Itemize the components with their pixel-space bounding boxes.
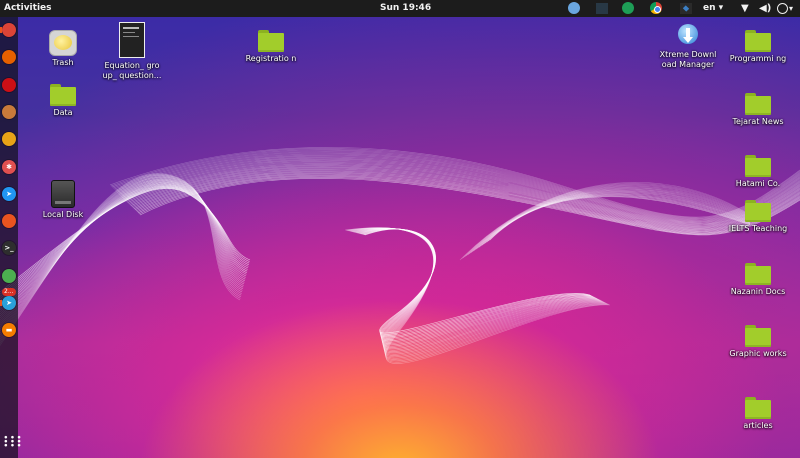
chrome-icon-glyph	[2, 23, 16, 37]
desktop-item-nazanin-docs-folder[interactable]: Nazanin Docs	[728, 263, 788, 297]
system-menu-chevron-icon[interactable]: ▾	[789, 0, 793, 17]
folder-icon	[745, 325, 771, 347]
xdm-icon	[675, 24, 701, 48]
telegram-icon[interactable]: ➤	[2, 296, 16, 310]
app-indicator-icon[interactable]	[568, 2, 580, 14]
top-bar: Activities Sun 19:46 en ▾ ▼ ◀) ▾	[0, 0, 800, 17]
notes-icon[interactable]: ▬	[2, 323, 16, 338]
folder-icon	[258, 30, 284, 52]
firefox-icon[interactable]	[2, 50, 16, 65]
terminal-icon-glyph: >_	[4, 244, 14, 253]
desktop-item-label: Hatami Co.	[735, 179, 781, 188]
gear-icon[interactable]: ✱	[2, 159, 16, 174]
telegram-icon-glyph: ➤	[6, 299, 12, 307]
folder-icon	[745, 30, 771, 52]
desktop-item-programming-folder[interactable]: Programmi ng	[728, 30, 788, 64]
desktop-item-local-disk[interactable]: Local Disk	[33, 180, 93, 220]
desktop-item-graphic-works-folder[interactable]: Graphic works	[728, 325, 788, 359]
rhythmbox-icon-glyph	[2, 132, 16, 146]
running-indicator	[0, 300, 2, 306]
clock[interactable]: Sun 19:46	[380, 0, 431, 17]
desktop-item-label: Equation_ group_ question...	[102, 61, 162, 80]
android-icon-glyph	[2, 269, 16, 283]
desktop-item-label: Graphic works	[729, 349, 787, 358]
notes-icon-glyph: ▬	[5, 326, 13, 335]
desktop-item-ielts-teaching-folder[interactable]: IELTS Teaching	[728, 200, 788, 234]
disk-icon	[51, 180, 75, 208]
folder-icon	[745, 93, 771, 115]
desktop-item-articles-folder[interactable]: articles	[728, 397, 788, 431]
wifi-icon[interactable]: ▼	[741, 0, 749, 17]
desktop-item-label: articles	[743, 421, 773, 430]
desktop-item-label: Programmi ng	[729, 54, 787, 63]
compass-icon[interactable]: ➤	[2, 186, 16, 201]
running-indicator	[0, 27, 2, 33]
desktop-item-label: Xtreme Download Manager	[659, 50, 717, 69]
hangouts-icon[interactable]	[622, 2, 634, 14]
volume-icon[interactable]: ◀)	[759, 0, 771, 17]
power-icon[interactable]	[777, 3, 788, 14]
opera-icon[interactable]	[2, 77, 16, 92]
shopping-bag-icon[interactable]	[2, 214, 16, 229]
folder-icon	[745, 155, 771, 177]
document-thumbnail-icon	[119, 22, 145, 58]
desktop-item-equation-file[interactable]: Equation_ group_ question...	[102, 22, 162, 81]
folder-icon	[745, 200, 771, 222]
archive-icon-glyph	[2, 105, 16, 119]
dropbox-icon[interactable]	[596, 3, 608, 14]
terminal-icon[interactable]: >_	[2, 241, 16, 256]
desktop-item-label: Tejarat News	[732, 117, 784, 126]
desktop-item-label: Data	[53, 108, 73, 117]
chrome-icon[interactable]	[2, 23, 16, 37]
desktop-item-label: Registratio n	[245, 54, 297, 63]
desktop-item-tejarat-news-folder[interactable]: Tejarat News	[728, 93, 788, 127]
rhythmbox-icon[interactable]	[2, 132, 16, 147]
folder-icon	[745, 263, 771, 285]
show-applications-grid-icon[interactable]: ∙∙∙ ∙∙∙ ∙∙∙	[3, 434, 22, 451]
desktop-item-label: Trash	[52, 58, 74, 67]
archive-icon[interactable]	[2, 104, 16, 119]
dropbox-icon[interactable]	[680, 3, 692, 14]
compass-icon-glyph: ➤	[6, 189, 12, 198]
folder-icon	[745, 397, 771, 419]
desktop-item-xtreme-download-manager[interactable]: Xtreme Download Manager	[658, 24, 718, 70]
opera-icon-glyph	[2, 78, 16, 92]
desktop-item-trash[interactable]: Trash	[33, 30, 93, 68]
firefox-icon-glyph	[2, 50, 16, 64]
android-icon[interactable]	[2, 268, 16, 283]
desktop-item-label: Local Disk	[42, 210, 84, 219]
desktop-item-registration-folder[interactable]: Registratio n	[241, 30, 301, 64]
desktop-item-hatami-co-folder[interactable]: Hatami Co.	[728, 155, 788, 189]
desktop-item-data-folder[interactable]: Data	[33, 84, 93, 118]
keyboard-language-menu[interactable]: en ▾	[703, 0, 723, 17]
trash-icon	[49, 30, 77, 56]
chrome-tray-icon[interactable]	[650, 2, 662, 14]
gear-icon-glyph: ✱	[6, 162, 12, 171]
shopping-bag-icon-glyph	[2, 214, 16, 228]
activities-button[interactable]: Activities	[4, 0, 52, 17]
desktop-item-label: IELTS Teaching	[728, 224, 788, 233]
dock: ✱ ➤ >_ ➤ 2... ▬ ∙∙∙ ∙∙∙ ∙∙∙	[0, 17, 22, 458]
desktop-item-label: Nazanin Docs	[730, 287, 786, 296]
notification-badge: 2...	[2, 288, 16, 296]
folder-icon	[50, 84, 76, 106]
